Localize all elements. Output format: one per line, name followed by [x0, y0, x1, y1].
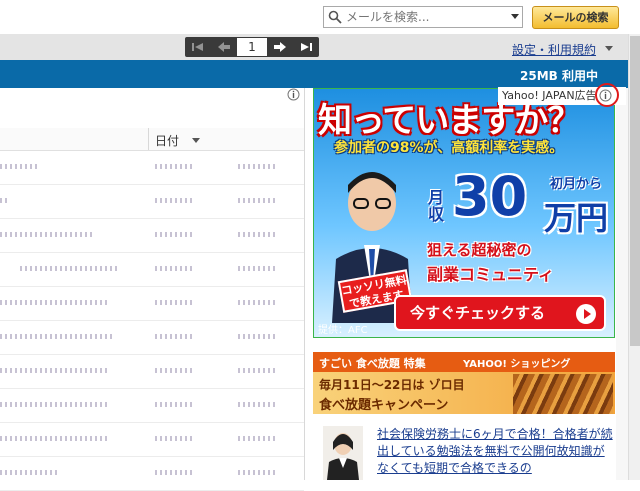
list-column-header: 日付: [0, 128, 304, 151]
column-divider: [148, 128, 149, 150]
date-column-header[interactable]: 日付: [155, 132, 179, 149]
text-ad-link[interactable]: 社会保険労務士に6ヶ月で合格！合格者が続出している勉強法を無料で公開何故知識がな…: [377, 426, 613, 477]
list-item[interactable]: [0, 321, 304, 355]
list-item[interactable]: [0, 457, 304, 491]
ad-food-brand: YAHOO! ショッピング: [463, 359, 571, 370]
ad-food-title: すごい 食べ放題 特集: [319, 357, 426, 370]
arrow-left-icon: [218, 42, 230, 52]
mail-search-box[interactable]: [323, 6, 523, 28]
ad-subline: 参加者の98%が、高額利率を実感。: [334, 140, 564, 156]
ad-tagline-2: 副業コミュニティ: [427, 265, 555, 284]
scrollbar[interactable]: [628, 34, 640, 480]
status-bar: 25MB 利用中: [0, 60, 628, 88]
ad-thumbnail: [323, 426, 363, 480]
last-page-icon: [301, 43, 312, 51]
pager: 1: [185, 37, 319, 57]
toolbar: 1 設定・利用規約: [0, 34, 628, 61]
list-item[interactable]: [0, 287, 304, 321]
next-page-button[interactable]: [267, 37, 293, 57]
highlight-circle: [595, 83, 619, 107]
text-ad[interactable]: 社会保険労務士に6ヶ月で合格！合格者が続出している勉強法を無料で公開何故知識がな…: [313, 420, 615, 480]
ad-provider: 提供：AFC: [318, 325, 368, 336]
list-item[interactable]: [0, 219, 304, 253]
info-icon[interactable]: [287, 88, 300, 101]
chevron-down-icon[interactable]: [605, 46, 613, 51]
scrollbar-thumb[interactable]: [630, 36, 640, 346]
chevron-down-icon[interactable]: [511, 14, 519, 19]
ad-banner[interactable]: 知っていますか？ 参加者の98%が、高額利率を実感。 月収 初月から 30 万円…: [313, 88, 615, 338]
ad-first-month: 初月から: [550, 177, 603, 192]
list-item[interactable]: [0, 253, 304, 287]
first-page-icon: [192, 43, 203, 51]
list-item[interactable]: [0, 423, 304, 457]
ad-food-image: [513, 374, 613, 414]
search-input[interactable]: [346, 8, 506, 26]
list-item[interactable]: [0, 151, 304, 185]
list-item[interactable]: [0, 185, 304, 219]
page-number[interactable]: 1: [237, 38, 267, 56]
ad-tagline-1: 狙える超秘密の: [427, 241, 532, 259]
ad-column-gutter: [616, 88, 628, 480]
list-item[interactable]: [0, 355, 304, 389]
arrow-right-icon: [274, 42, 286, 52]
list-item[interactable]: [0, 389, 304, 423]
ad-amount-unit: 万円: [544, 199, 609, 237]
ad-food-campaign: 食べ放題キャンペーン: [319, 398, 449, 413]
prev-page-button[interactable]: [211, 37, 237, 57]
last-page-button[interactable]: [293, 37, 319, 57]
search-icon: [328, 10, 342, 24]
storage-usage: 25MB 利用中: [520, 69, 598, 83]
mail-search-button[interactable]: メールの検索: [532, 6, 619, 29]
sort-caret-icon[interactable]: [192, 138, 200, 143]
ad-banner-food[interactable]: すごい 食べ放題 特集 YAHOO! ショッピング 毎月11日～22日は ゾロ目…: [313, 352, 615, 414]
ad-cta-button[interactable]: 今すぐチェックする: [394, 295, 606, 331]
ad-monthly-label: 月収: [428, 188, 445, 224]
top-bar: メールの検索: [0, 0, 640, 34]
ad-food-dates: 毎月11日～22日は ゾロ目: [319, 378, 465, 392]
ad-cta-label: 今すぐチェックする: [410, 304, 546, 322]
play-arrow-icon: [576, 304, 596, 324]
first-page-button[interactable]: [185, 37, 211, 57]
settings-link[interactable]: 設定・利用規約: [512, 41, 596, 58]
ad-amount: 30: [452, 165, 528, 228]
